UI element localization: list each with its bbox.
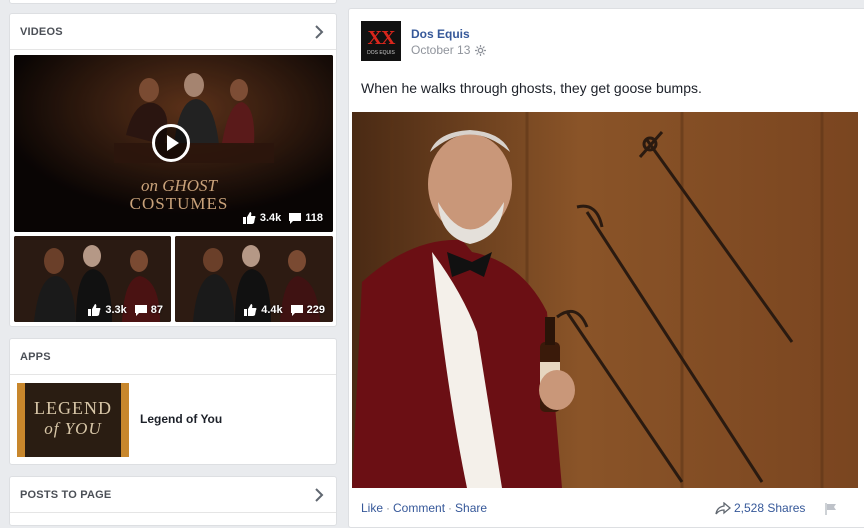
page-logo[interactable]: XX DOS EQUIS: [361, 21, 401, 61]
post-image-scene: [352, 112, 858, 488]
video-main-stats: 3.4k 118: [242, 212, 323, 224]
app-item-legend-of-you[interactable]: LEGEND of YOU Legend of You: [17, 383, 327, 459]
videos-section: VIDEOS on GHOST COSTUMES 3.4k 118 3.3k 8…: [9, 13, 337, 327]
action-separator: ·: [448, 501, 453, 515]
video-main-thumbnail[interactable]: on GHOST COSTUMES 3.4k 118: [14, 55, 333, 232]
share-link[interactable]: Share: [455, 501, 487, 515]
video-1-comments: 87: [150, 304, 163, 316]
video-2-stats: 4.4k 229: [244, 304, 325, 316]
chevron-right-icon[interactable]: [312, 487, 326, 502]
comment-link[interactable]: Comment: [393, 501, 445, 515]
post-card: XX DOS EQUIS Dos Equis October 13 When h…: [348, 8, 864, 528]
video-main-likes: 3.4k: [259, 212, 282, 224]
shares-count: 2,528 Shares: [734, 501, 806, 515]
thumbs-up-icon: [242, 212, 256, 224]
post-text: When he walks through ghosts, they get g…: [361, 80, 702, 96]
thumbs-up-icon: [244, 304, 257, 316]
apps-section: APPS LEGEND of YOU Legend of You: [9, 338, 337, 465]
comment-icon: [289, 212, 302, 224]
posts-to-page-section: POSTS TO PAGE: [9, 476, 337, 526]
previous-section-card: [9, 0, 337, 4]
posts-to-page-header[interactable]: POSTS TO PAGE: [10, 477, 336, 513]
apps-header: APPS: [10, 339, 336, 375]
play-icon[interactable]: [152, 124, 190, 162]
logo-mark: XX: [367, 27, 396, 49]
post-image[interactable]: [352, 112, 858, 488]
video-thumbnail-2[interactable]: 4.4k 229: [175, 236, 333, 322]
post-date[interactable]: October 13: [411, 43, 470, 57]
app-thumb-line2: of YOU: [44, 419, 102, 438]
flag-icon[interactable]: [825, 503, 837, 515]
video-main-comments: 118: [305, 212, 323, 224]
video-1-stats: 3.3k 87: [88, 304, 163, 316]
post-actions: Like · Comment · Share: [361, 501, 487, 515]
thumbs-up-icon: [88, 304, 101, 316]
app-thumbnail: LEGEND of YOU: [17, 383, 129, 457]
videos-title: VIDEOS: [20, 25, 63, 38]
action-separator: ·: [386, 501, 391, 515]
video-overlay-title: on GHOST COSTUMES: [114, 177, 244, 213]
posts-to-page-title: POSTS TO PAGE: [20, 488, 112, 501]
video-overlay-line2: COSTUMES: [129, 194, 229, 213]
comment-icon: [134, 304, 147, 316]
post-meta: October 13: [411, 43, 487, 57]
apps-title: APPS: [20, 350, 51, 363]
chevron-right-icon[interactable]: [312, 24, 326, 39]
page-name[interactable]: Dos Equis: [411, 27, 470, 41]
comment-icon: [290, 304, 303, 316]
video-overlay-line1: on GHOST: [140, 176, 218, 195]
share-arrow-icon: [715, 501, 731, 514]
logo-subtext: DOS EQUIS: [367, 50, 395, 56]
videos-header[interactable]: VIDEOS: [10, 14, 336, 50]
like-link[interactable]: Like: [361, 501, 383, 515]
video-2-likes: 4.4k: [261, 304, 283, 316]
app-thumb-line1: LEGEND: [34, 398, 112, 418]
app-name[interactable]: Legend of You: [140, 412, 222, 426]
gear-icon[interactable]: [475, 44, 487, 56]
video-1-likes: 3.3k: [105, 304, 127, 316]
video-2-comments: 229: [306, 304, 325, 316]
shares-count-wrap[interactable]: 2,528 Shares: [715, 501, 805, 515]
video-thumbnail-1[interactable]: 3.3k 87: [14, 236, 171, 322]
